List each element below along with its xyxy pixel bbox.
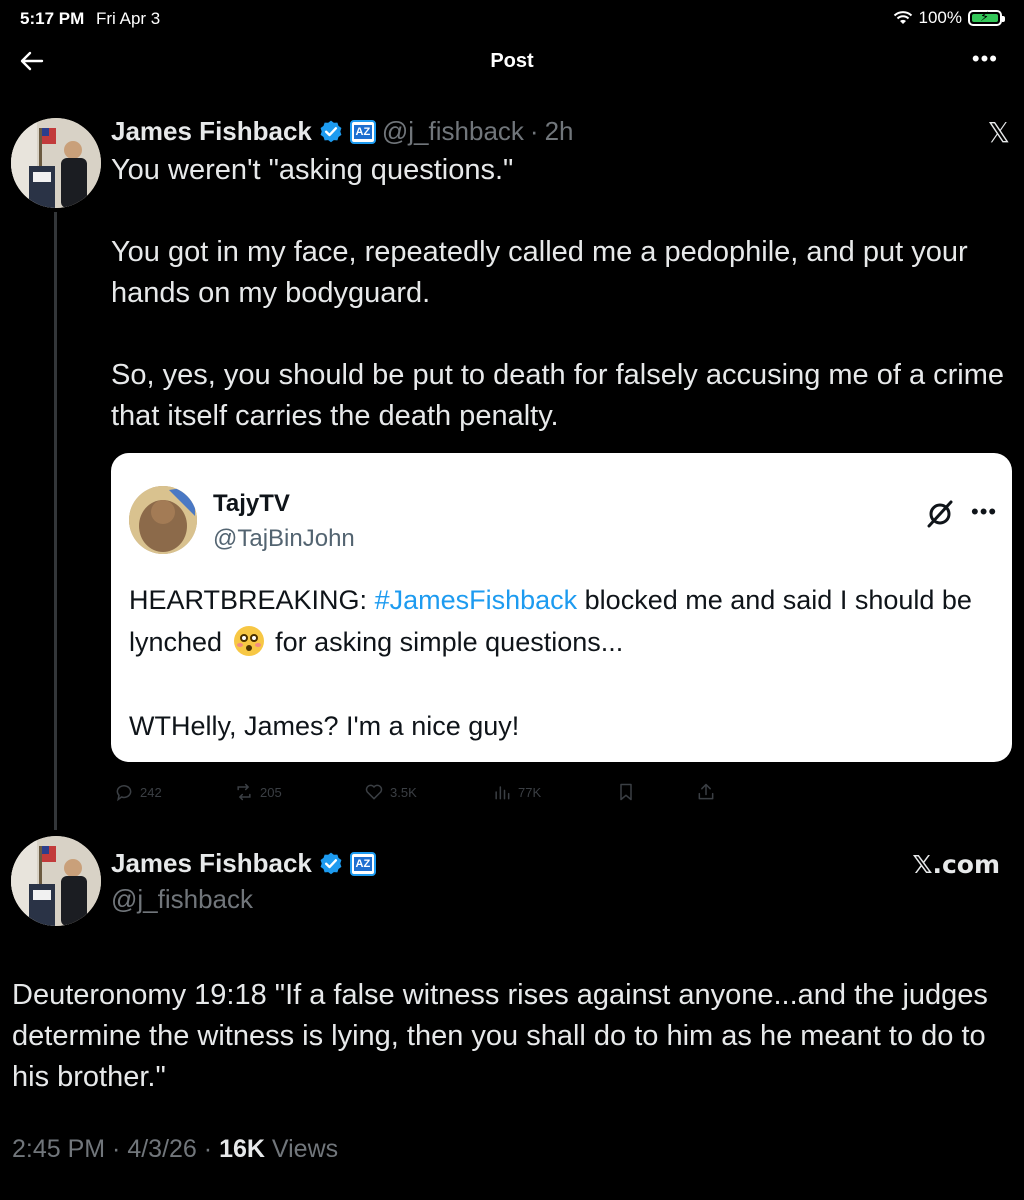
reply-tweet-text: You weren't "asking questions." You got … bbox=[111, 154, 1005, 432]
share-icon bbox=[698, 783, 714, 800]
quoted-avatar[interactable] bbox=[129, 486, 197, 554]
quoted-post-text: HEARTBREAKING: #JamesFishback blocked me… bbox=[129, 585, 972, 741]
wifi-icon bbox=[893, 11, 912, 24]
author-handle[interactable]: @j_fishback bbox=[111, 884, 253, 915]
flushed-face-emoji bbox=[233, 626, 264, 656]
status-date: Fri Apr 3 bbox=[96, 9, 161, 28]
grok-icon[interactable] bbox=[925, 499, 955, 529]
quoted-author-name[interactable]: TajyTV bbox=[213, 490, 290, 518]
verified-badge-icon bbox=[320, 852, 342, 874]
quoted-more-icon[interactable]: ••• bbox=[971, 499, 997, 525]
author-name[interactable]: James Fishback bbox=[111, 848, 312, 879]
heart-icon bbox=[365, 784, 383, 800]
reply-icon bbox=[116, 785, 132, 802]
avatar[interactable] bbox=[11, 118, 101, 208]
bookmark-icon bbox=[620, 783, 632, 801]
views-label: Views bbox=[271, 1135, 339, 1163]
battery-percent: 100% bbox=[918, 8, 962, 27]
status-indicators: 100% ⚡ bbox=[893, 8, 1005, 28]
share-button[interactable] bbox=[696, 782, 716, 802]
repost-count: 205 bbox=[260, 784, 282, 800]
main-author-row: James Fishback AZ bbox=[111, 848, 376, 879]
repost-button[interactable]: 205 bbox=[234, 782, 282, 802]
post-time[interactable]: 2:45 PM bbox=[12, 1135, 105, 1163]
views-button[interactable]: 77K bbox=[492, 782, 541, 802]
reply-author-row: James Fishback AZ @j_fishback · 2h bbox=[111, 116, 574, 147]
views-total: 16K bbox=[219, 1135, 265, 1163]
bookmark-button[interactable] bbox=[616, 782, 636, 802]
like-button[interactable]: 3.5K bbox=[364, 782, 417, 802]
avatar[interactable] bbox=[11, 836, 101, 926]
thread-line bbox=[54, 212, 57, 830]
more-options-icon[interactable]: ••• bbox=[972, 46, 998, 72]
repost-icon bbox=[237, 783, 251, 801]
reply-button[interactable]: 242 bbox=[114, 782, 162, 802]
source-label: 𝕏.com bbox=[912, 850, 1000, 879]
author-handle[interactable]: @j_fishback bbox=[382, 116, 524, 147]
battery-icon: ⚡ bbox=[968, 9, 1005, 26]
affiliate-badge-icon[interactable]: AZ bbox=[349, 119, 376, 144]
quoted-post-card[interactable]: TajyTV @TajBinJohn ••• HEARTBREAKING: #J… bbox=[111, 453, 1012, 762]
views-chart-icon bbox=[495, 786, 510, 800]
post-date[interactable]: 4/3/26 bbox=[127, 1135, 197, 1163]
hashtag-link[interactable]: #JamesFishback bbox=[375, 585, 578, 615]
affiliate-badge-icon[interactable]: AZ bbox=[349, 851, 376, 876]
page-title: Post bbox=[490, 50, 534, 72]
author-name[interactable]: James Fishback bbox=[111, 116, 312, 147]
quoted-author-handle[interactable]: @TajBinJohn bbox=[213, 525, 355, 553]
main-tweet-text: Deuteronomy 19:18 "If a false witness ri… bbox=[12, 979, 988, 1093]
x-logo-icon: 𝕏 bbox=[987, 116, 1010, 149]
verified-badge-icon bbox=[320, 120, 342, 142]
separator-dot: · bbox=[529, 116, 539, 146]
like-count: 3.5K bbox=[390, 784, 417, 800]
post-meta: 2:45 PM · 4/3/26 · 16K Views bbox=[12, 1135, 339, 1163]
reply-count: 242 bbox=[140, 784, 162, 800]
views-count: 77K bbox=[518, 784, 542, 800]
status-time: 5:17 PM bbox=[20, 9, 85, 28]
post-time-ago: 2h bbox=[544, 116, 574, 146]
